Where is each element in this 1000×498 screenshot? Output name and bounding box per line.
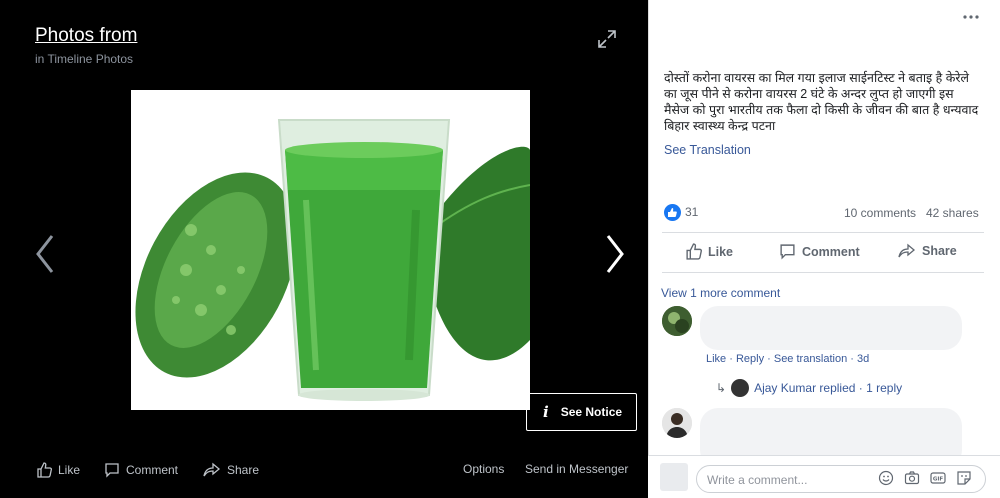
- viewer-share-button[interactable]: Share: [203, 462, 259, 478]
- replied-text: Ajay Kumar replied · 1 reply: [754, 381, 903, 395]
- comment-icon: [105, 463, 119, 478]
- comment-actions[interactable]: Like · Reply · See translation · 3d: [706, 353, 869, 365]
- divider: [662, 272, 984, 273]
- comment-icon: [780, 244, 795, 260]
- gif-icon[interactable]: GIF: [930, 470, 946, 486]
- viewer-comment-button[interactable]: Comment: [104, 462, 178, 478]
- options-link[interactable]: Options: [463, 462, 504, 476]
- viewer-bottom-bar: Like Comment Share Options Send in Messe…: [0, 455, 648, 485]
- album-subtitle: in Timeline Photos: [35, 52, 134, 66]
- reply-arrow-icon: ↳: [716, 381, 727, 395]
- avatar[interactable]: [662, 408, 692, 438]
- photo-image: [131, 90, 530, 410]
- info-icon: i: [543, 403, 549, 421]
- svg-text:GIF: GIF: [933, 477, 944, 483]
- photo-viewer: Photos from in Timeline Photos i See Not…: [0, 0, 648, 498]
- sticker-icon[interactable]: [956, 470, 972, 486]
- post-caption: दोस्तों करोना वायरस का मिल गया इलाज साईन…: [664, 71, 979, 133]
- view-more-comments-link[interactable]: View 1 more comment: [661, 286, 780, 300]
- share-icon: [203, 462, 221, 477]
- divider: [662, 232, 984, 233]
- share-count[interactable]: 42 shares: [926, 206, 979, 220]
- thumbs-up-icon: [37, 462, 52, 478]
- expand-icon[interactable]: [596, 28, 618, 50]
- reaction-count[interactable]: 31: [685, 205, 698, 219]
- post-stats: 31 10 comments 42 shares: [664, 204, 982, 222]
- post-like-button[interactable]: Like: [685, 243, 733, 260]
- more-options-icon[interactable]: [962, 14, 980, 20]
- comment-bubble: [700, 306, 962, 350]
- post-share-label: Share: [922, 244, 957, 258]
- post-comment-button[interactable]: Comment: [779, 243, 860, 260]
- thumbs-up-icon: [686, 243, 702, 260]
- viewer-comment-label: Comment: [126, 463, 179, 477]
- post-like-label: Like: [708, 244, 734, 259]
- send-in-messenger-link[interactable]: Send in Messenger: [525, 462, 628, 476]
- share-icon: [898, 243, 916, 258]
- viewer-share-label: Share: [227, 463, 260, 477]
- viewer-like-button[interactable]: Like: [36, 462, 80, 478]
- see-translation-link[interactable]: See Translation: [664, 143, 751, 157]
- avatar[interactable]: [662, 306, 692, 336]
- avatar: [731, 379, 750, 397]
- previous-photo-icon[interactable]: [32, 232, 58, 276]
- like-reaction-icon: [664, 204, 681, 221]
- viewer-like-label: Like: [58, 463, 81, 477]
- composer-icons: GIF: [878, 470, 972, 486]
- avatar: [660, 463, 688, 491]
- camera-icon[interactable]: [904, 470, 920, 486]
- post-share-button[interactable]: Share: [898, 243, 957, 259]
- see-notice-label: See Notice: [560, 405, 623, 419]
- replies-link[interactable]: ↳ Ajay Kumar replied · 1 reply: [716, 379, 902, 397]
- next-photo-icon[interactable]: [602, 232, 628, 276]
- post-comment-label: Comment: [802, 244, 860, 259]
- comment-count[interactable]: 10 comments: [844, 206, 916, 220]
- emoji-icon[interactable]: [878, 470, 894, 486]
- album-title-link[interactable]: Photos from: [35, 25, 137, 47]
- see-notice-button[interactable]: i See Notice: [526, 393, 637, 431]
